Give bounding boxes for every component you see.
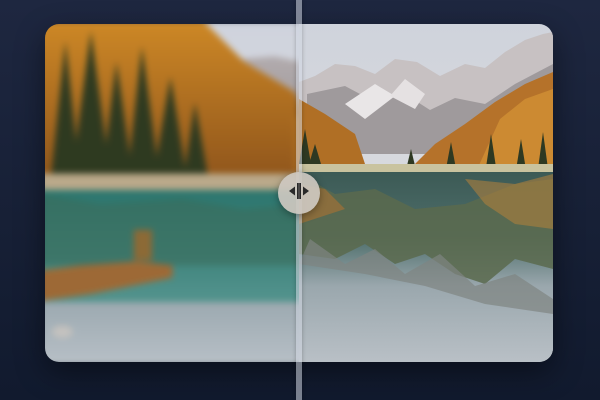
after-image-panel — [299, 24, 553, 362]
comparison-slider-handle[interactable] — [278, 172, 320, 214]
after-landscape-image — [299, 24, 553, 362]
split-arrows-icon — [288, 182, 310, 205]
before-image-panel — [45, 24, 299, 362]
before-landscape-image — [45, 24, 299, 362]
compare-page: { "app": { "view": "before-after-image-c… — [0, 0, 600, 400]
